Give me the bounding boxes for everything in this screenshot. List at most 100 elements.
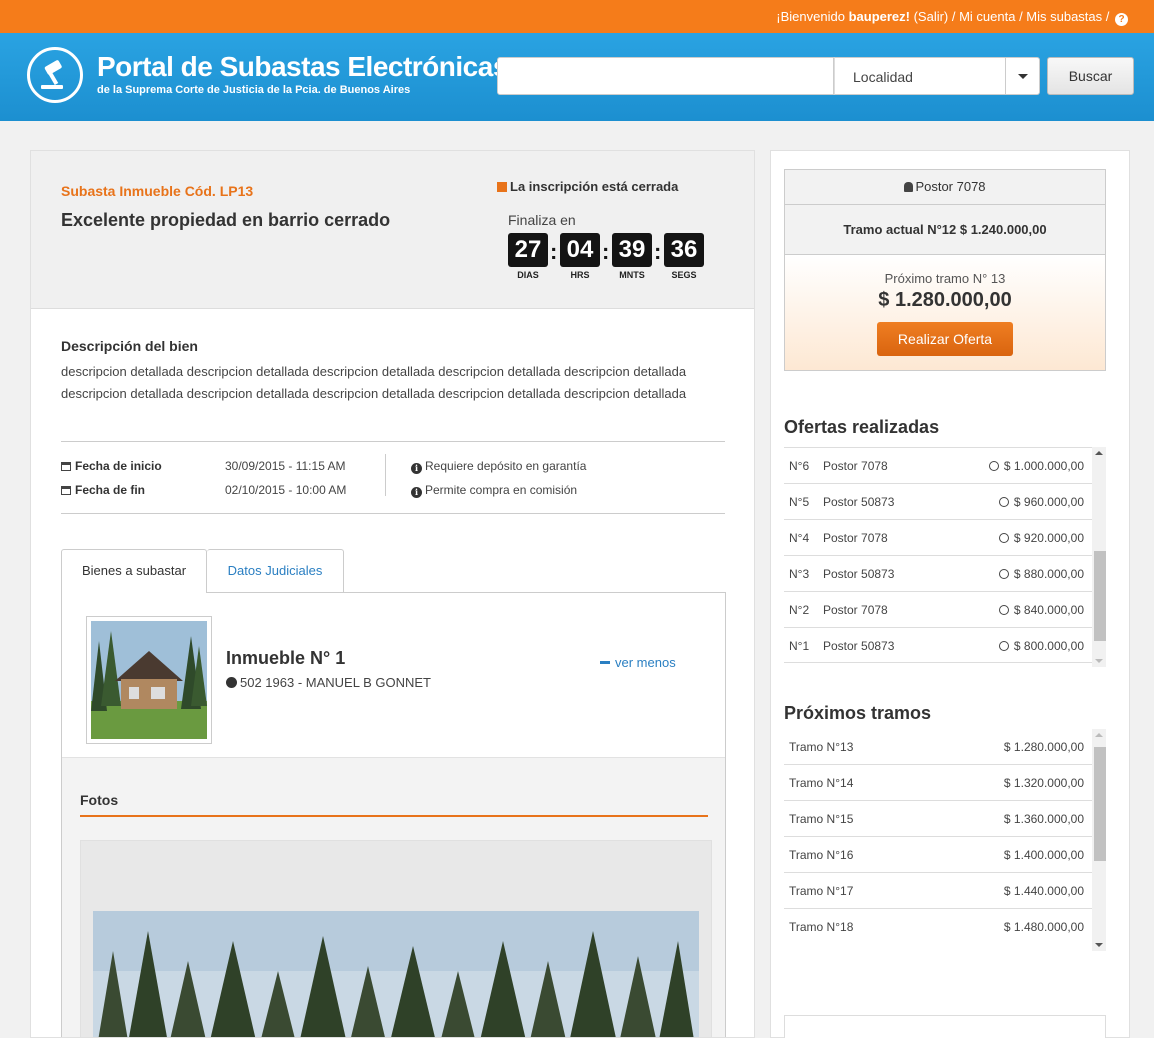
property-address: 502 1963 - MANUEL B GONNET <box>226 675 431 690</box>
clock-icon <box>988 461 999 471</box>
registration-status: La inscripción está cerrada <box>497 179 678 194</box>
globe-icon <box>226 677 237 688</box>
brand-title[interactable]: Portal de Subastas Electrónicas <box>97 51 508 83</box>
end-date-label: Fecha de fin <box>61 483 145 497</box>
clock-icon <box>998 497 1009 507</box>
bidding-sidebar: Postor 7078 Tramo actual N°12 $ 1.240.00… <box>770 150 1130 1038</box>
clock-icon <box>998 533 1009 543</box>
list-item: N°4 Postor 7078 $ 920.000,00 <box>784 519 1092 555</box>
countdown-hours-label: HRS <box>570 270 590 280</box>
countdown-minutes: 39 MNTS <box>612 233 652 280</box>
photos-underline <box>80 815 708 817</box>
current-bidder: Postor 7078 <box>784 169 1106 205</box>
clock-icon <box>998 641 1009 651</box>
list-item: N°2 Postor 7078 $ 840.000,00 <box>784 591 1092 627</box>
tab-bienes[interactable]: Bienes a subastar <box>61 549 207 593</box>
info-icon: i <box>411 487 422 498</box>
next-tramo-panel: Próximo tramo N° 13 $ 1.280.000,00 Reali… <box>784 255 1106 371</box>
photos-section: Fotos <box>62 757 725 1037</box>
brand-subtitle: de la Suprema Corte de Justicia de la Pc… <box>97 84 411 96</box>
list-item: N°1 Postor 50873 $ 800.000,00 <box>784 627 1092 663</box>
commission-purchase-note: i Permite compra en comisión <box>411 483 577 498</box>
list-item: Tramo N°15 $ 1.360.000,00 <box>784 800 1092 836</box>
countdown-separator: : <box>602 239 610 264</box>
description-title: Descripción del bien <box>61 338 198 354</box>
divider <box>61 441 725 442</box>
tramos-list[interactable]: Tramo N°13 $ 1.280.000,00 Tramo N°14 $ 1.3… <box>784 729 1106 951</box>
scroll-up-icon[interactable] <box>1095 451 1103 455</box>
welcome-text: ¡Bienvenido <box>776 9 849 24</box>
gavel-logo-icon[interactable] <box>27 47 83 103</box>
ends-label: Finaliza en <box>508 212 576 228</box>
countdown-minutes-label: MNTS <box>619 270 645 280</box>
countdown-separator: : <box>654 239 662 264</box>
deposit-required-note: i Requiere depósito en garantía <box>411 459 586 474</box>
scroll-thumb[interactable] <box>1094 551 1106 641</box>
countdown-minutes-value: 39 <box>612 233 652 267</box>
next-tramo-label: Próximo tramo N° 13 <box>884 271 1006 286</box>
current-tramo: Tramo actual N°12 $ 1.240.000,00 <box>784 205 1106 255</box>
location-select[interactable]: Localidad <box>834 57 1040 95</box>
help-icon[interactable]: ? <box>1115 13 1128 26</box>
calendar-icon <box>61 462 71 471</box>
registration-status-text: La inscripción está cerrada <box>510 179 679 194</box>
flag-icon <box>497 182 507 192</box>
countdown-days-label: DIAS <box>517 270 539 280</box>
auction-header: Subasta Inmueble Cód. LP13 Excelente pro… <box>31 151 754 309</box>
tramos-title: Próximos tramos <box>784 703 932 723</box>
calendar-icon <box>61 486 71 495</box>
auction-code: Subasta Inmueble Cód. LP13 <box>61 183 254 199</box>
list-item: Tramo N°17 $ 1.440.000,00 <box>784 872 1092 908</box>
list-item: N°5 Postor 50873 $ 960.000,00 <box>784 483 1092 519</box>
auction-detail-card: Subasta Inmueble Cód. LP13 Excelente pro… <box>30 150 755 1038</box>
end-date-value: 02/10/2015 - 10:00 AM <box>225 483 347 497</box>
list-item: Tramo N°18 $ 1.480.000,00 <box>784 908 1092 944</box>
start-date-value: 30/09/2015 - 11:15 AM <box>225 459 346 473</box>
empty-panel <box>784 1015 1106 1038</box>
offers-scrollbar[interactable] <box>1092 447 1106 667</box>
account-links[interactable]: (Salir) / Mi cuenta / Mis subastas / <box>910 9 1113 24</box>
countdown-seconds: 36 SEGS <box>664 233 704 280</box>
tab-panel-bienes: Inmueble N° 1 502 1963 - MANUEL B GONNET… <box>61 592 726 1037</box>
countdown-hours-value: 04 <box>560 233 600 267</box>
chevron-down-icon <box>1018 74 1028 79</box>
search-button[interactable]: Buscar <box>1047 57 1134 95</box>
countdown-days: 27 DIAS <box>508 233 548 280</box>
countdown-days-value: 27 <box>508 233 548 267</box>
start-date-label: Fecha de inicio <box>61 459 162 473</box>
location-dropdown-toggle[interactable] <box>1005 58 1039 94</box>
description-text: descripcion detallada descripcion detall… <box>61 364 687 401</box>
offers-list[interactable]: N°6 Postor 7078 $ 1.000.000,00 N°5 Postor 5… <box>784 447 1106 667</box>
search-input[interactable] <box>497 57 834 95</box>
tab-datos-judiciales[interactable]: Datos Judiciales <box>207 549 344 593</box>
scroll-thumb[interactable] <box>1094 747 1106 861</box>
divider <box>385 454 386 496</box>
site-header: Portal de Subastas Electrónicas de la Su… <box>0 33 1154 121</box>
toggle-details-link[interactable]: ver menos <box>600 655 676 670</box>
place-offer-button[interactable]: Realizar Oferta <box>877 322 1013 356</box>
countdown-hours: 04 HRS <box>560 233 600 280</box>
clock-icon <box>998 569 1009 579</box>
list-item: Tramo N°16 $ 1.400.000,00 <box>784 836 1092 872</box>
tramos-scrollbar[interactable] <box>1092 729 1106 951</box>
scroll-down-icon[interactable] <box>1095 659 1103 663</box>
username: bauperez! <box>848 9 910 24</box>
minus-icon <box>600 661 610 664</box>
countdown-seconds-value: 36 <box>664 233 704 267</box>
property-thumbnail[interactable] <box>86 616 212 744</box>
scroll-down-icon[interactable] <box>1095 943 1103 947</box>
user-icon <box>904 182 914 192</box>
info-icon: i <box>411 463 422 474</box>
offers-title: Ofertas realizadas <box>784 417 940 437</box>
list-item: N°6 Postor 7078 $ 1.000.000,00 <box>784 447 1092 483</box>
property-name: Inmueble N° 1 <box>226 648 346 668</box>
photo-viewer[interactable] <box>80 840 712 1037</box>
photos-title: Fotos <box>80 792 119 808</box>
list-item: Tramo N°14 $ 1.320.000,00 <box>784 764 1092 800</box>
auction-title: Excelente propiedad en barrio cerrado <box>61 210 391 230</box>
user-links: ¡Bienvenido bauperez! (Salir) / Mi cuent… <box>776 9 1128 26</box>
divider <box>61 513 725 514</box>
countdown-separator: : <box>550 239 558 264</box>
scroll-up-icon[interactable] <box>1095 733 1103 737</box>
list-item: Tramo N°13 $ 1.280.000,00 <box>789 740 1084 754</box>
